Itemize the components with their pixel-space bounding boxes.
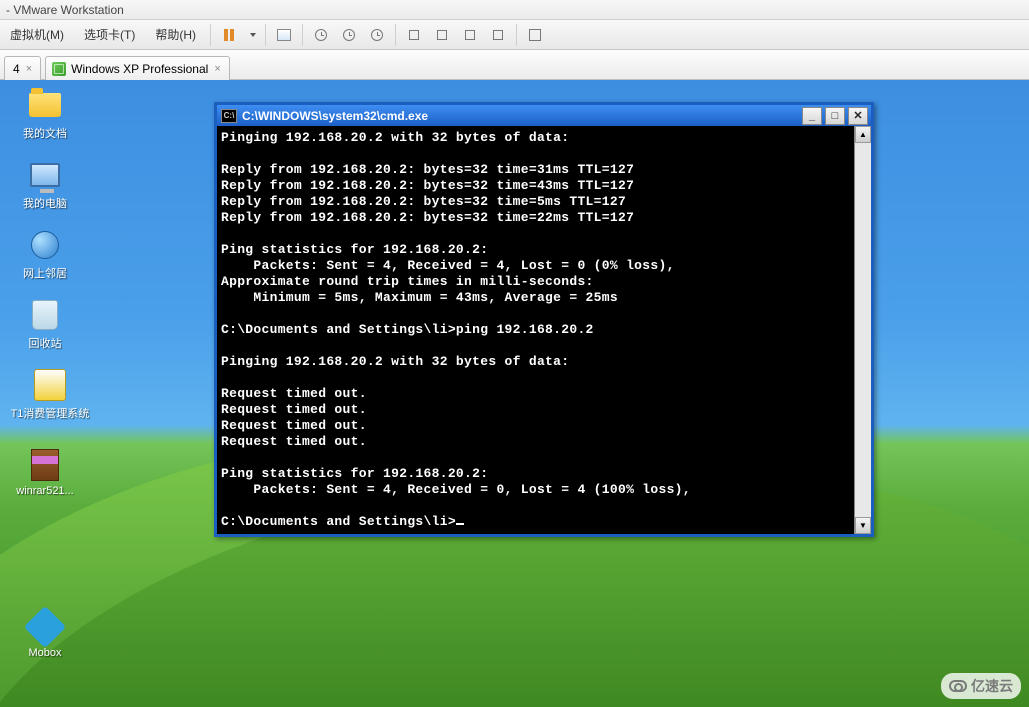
vmware-toolbar: 虚拟机(M) 选项卡(T) 帮助(H) [0, 20, 1029, 50]
separator [516, 24, 517, 46]
icon-label: winrar521... [10, 485, 80, 497]
cmd-body: Pinging 192.168.20.2 with 32 bytes of da… [217, 126, 871, 534]
watermark: 亿速云 [941, 673, 1021, 699]
watermark-text: 亿速云 [971, 676, 1013, 696]
revert-button[interactable] [337, 23, 361, 47]
close-icon[interactable]: × [26, 63, 32, 75]
menu-tabs[interactable]: 选项卡(T) [74, 26, 145, 43]
cmd-titlebar[interactable]: C:\ C:\WINDOWS\system32\cmd.exe _ □ ✕ [217, 102, 871, 126]
chevron-down-icon [250, 33, 256, 37]
recycle-icon [28, 298, 62, 332]
icon-label: 回收站 [10, 335, 80, 351]
xp-icon [52, 62, 66, 76]
scroll-down-button[interactable]: ▼ [855, 517, 871, 534]
cmd-output[interactable]: Pinging 192.168.20.2 with 32 bytes of da… [217, 126, 854, 534]
view-button-1[interactable] [402, 23, 426, 47]
separator [395, 24, 396, 46]
square-icon [437, 30, 447, 40]
scroll-track[interactable] [855, 143, 871, 517]
vmware-tabbar: 4 × Windows XP Professional × [0, 50, 1029, 80]
icon-label: 我的电脑 [10, 195, 80, 211]
menu-vm[interactable]: 虚拟机(M) [0, 26, 74, 43]
square-icon [493, 30, 503, 40]
square-icon [465, 30, 475, 40]
clock-icon [315, 29, 327, 41]
separator [302, 24, 303, 46]
desktop-icon-network[interactable]: 网上邻居 [10, 228, 80, 281]
close-icon[interactable]: × [214, 63, 220, 75]
scroll-up-button[interactable]: ▲ [855, 126, 871, 143]
manage-snapshots-button[interactable] [365, 23, 389, 47]
desktop-icon-mobox[interactable]: Mobox [10, 610, 80, 659]
computer-icon [28, 158, 62, 192]
tab-windows-xp[interactable]: Windows XP Professional × [45, 56, 230, 80]
cmd-icon: C:\ [221, 109, 237, 123]
rar-icon [28, 448, 62, 482]
folder-icon [28, 88, 62, 122]
clock-revert-icon [343, 29, 355, 41]
desktop-icon-winrar[interactable]: winrar521... [10, 448, 80, 497]
tab-4-label: 4 [13, 62, 20, 76]
desktop-icon-t1app[interactable]: T1消费管理系统 [10, 368, 90, 421]
square-icon [409, 30, 419, 40]
cmd-window[interactable]: C:\ C:\WINDOWS\system32\cmd.exe _ □ ✕ Pi… [214, 102, 874, 537]
clock-manage-icon [371, 29, 383, 41]
view-button-2[interactable] [430, 23, 454, 47]
keys-icon [277, 29, 291, 41]
close-button[interactable]: ✕ [848, 107, 868, 125]
pause-button[interactable] [217, 23, 241, 47]
send-keys-button[interactable] [272, 23, 296, 47]
maximize-button[interactable]: □ [825, 107, 845, 125]
icon-label: T1消费管理系统 [10, 405, 90, 421]
vmware-title-bar: - VMware Workstation [0, 0, 1029, 20]
watermark-icon [949, 680, 967, 692]
separator [210, 24, 211, 46]
xp-desktop[interactable]: 我的文档 我的电脑 网上邻居 回收站 T1消费管理系统 winrar521...… [0, 80, 1029, 707]
separator [265, 24, 266, 46]
icon-label: Mobox [10, 647, 80, 659]
vmware-title: - VMware Workstation [6, 3, 124, 17]
tab-xp-label: Windows XP Professional [71, 62, 208, 76]
fullscreen-icon [529, 29, 541, 41]
pause-icon [224, 29, 234, 41]
view-button-4[interactable] [486, 23, 510, 47]
desktop-icon-my-documents[interactable]: 我的文档 [10, 88, 80, 141]
network-icon [28, 228, 62, 262]
snapshot-button[interactable] [309, 23, 333, 47]
desktop-icon-my-computer[interactable]: 我的电脑 [10, 158, 80, 211]
desktop-icon-recycle[interactable]: 回收站 [10, 298, 80, 351]
icon-label: 我的文档 [10, 125, 80, 141]
cmd-title-text: C:\WINDOWS\system32\cmd.exe [242, 109, 428, 123]
fullscreen-button[interactable] [523, 23, 547, 47]
dropdown-button[interactable] [245, 23, 259, 47]
menu-help[interactable]: 帮助(H) [145, 26, 206, 43]
cmd-scrollbar[interactable]: ▲ ▼ [854, 126, 871, 534]
mobox-icon [28, 610, 62, 644]
app-icon [33, 368, 67, 402]
icon-label: 网上邻居 [10, 265, 80, 281]
view-button-3[interactable] [458, 23, 482, 47]
tab-4[interactable]: 4 × [4, 56, 41, 80]
minimize-button[interactable]: _ [802, 107, 822, 125]
